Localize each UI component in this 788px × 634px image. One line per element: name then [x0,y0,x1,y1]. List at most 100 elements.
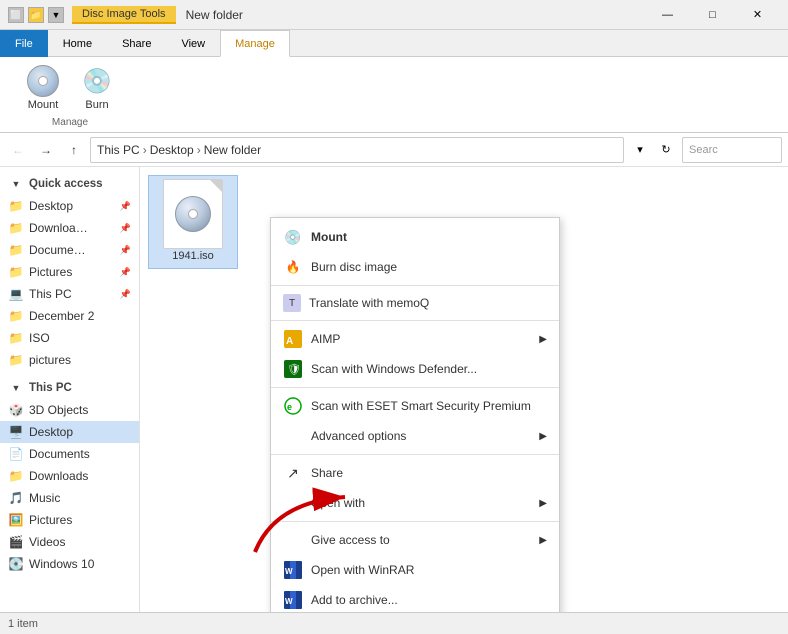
quick-access-expand-icon: ▼ [8,176,24,192]
sidebar-this-pc-header: ▼ This PC [0,377,139,399]
sidebar-item-this-pc-quick[interactable]: 💻 This PC 📌 [0,283,139,305]
sidebar-thispc-quick-label: This PC [29,287,115,301]
quick-access-label: Quick access [29,178,131,190]
desktop-folder-icon: 📁 [8,198,24,214]
forward-button[interactable]: → [34,138,58,162]
pictures2-folder-icon: 📁 [8,352,24,368]
mount-icon [27,65,59,97]
sidebar-item-pictures2[interactable]: 📁 pictures [0,349,139,371]
search-bar[interactable]: Searc [682,137,782,163]
videos-icon: 🎬 [8,534,24,550]
dropdown-tb[interactable]: ▼ [48,7,64,23]
burn-label: Burn [85,99,108,111]
window-controls: — □ ✕ [645,0,780,30]
close-button[interactable]: ✕ [735,0,780,30]
advanced-arrow-icon: ▶ [539,431,547,442]
address-bar[interactable]: This PC › Desktop › New folder [90,137,624,163]
cm-advanced-icon [283,426,303,446]
cm-giveaccess[interactable]: Give access to ▶ [271,525,559,555]
sidebar-downloads-pc-label: Downloads [29,469,131,483]
search-placeholder: Searc [689,144,718,156]
sidebar-item-desktop[interactable]: 📁 Desktop 📌 [0,195,139,217]
thispc-pin-icon: 📌 [120,289,131,300]
sidebar-item-iso[interactable]: 📁 ISO [0,327,139,349]
this-pc-label: This PC [29,382,131,394]
desktop-pin-icon: 📌 [120,201,131,212]
cm-openwith[interactable]: Open with ▶ [271,488,559,518]
svg-text:🛡: 🛡 [287,363,301,376]
navigation-bar: ← → ↑ This PC › Desktop › New folder ▾ ↻… [0,133,788,167]
title-bar: ⬜ 📁 ▼ Disc Image Tools New folder — □ ✕ [0,0,788,30]
cm-scan-eset[interactable]: e Scan with ESET Smart Security Premium [271,391,559,421]
iso-folder-icon: 📁 [8,330,24,346]
cm-winrar-open-icon: W [283,560,303,580]
cm-advanced[interactable]: Advanced options ▶ [271,421,559,451]
maximize-button[interactable]: □ [690,0,735,30]
svg-text:W: W [285,597,293,606]
sidebar-item-videos[interactable]: 🎬 Videos [0,531,139,553]
cm-translate-icon: T [283,294,301,312]
window-title: New folder [186,8,243,22]
sidebar-pictures-pc-label: Pictures [29,513,131,527]
iso-file-icon [161,182,225,246]
svg-text:W: W [285,567,293,576]
file-1941-iso[interactable]: 1941.iso [148,175,238,269]
sidebar-item-desktop-pc[interactable]: 🖥️ Desktop [0,421,139,443]
sidebar-item-music[interactable]: 🎵 Music [0,487,139,509]
sidebar-item-downloads-pc[interactable]: 📁 Downloads [0,465,139,487]
cm-disc-icon: 💿 [283,227,303,247]
documents-pc-icon: 📄 [8,446,24,462]
sidebar-item-3d-objects[interactable]: 🎲 3D Objects [0,399,139,421]
cm-translate[interactable]: T Translate with memoQ [271,289,559,317]
tab-manage[interactable]: Manage [220,30,290,57]
cm-scan-defender[interactable]: 🛡 Scan with Windows Defender... [271,354,559,384]
svg-text:A: A [286,336,293,347]
cm-sep-3 [271,387,559,388]
status-bar: 1 item [0,612,788,634]
cm-giveaccess-icon [283,530,303,550]
disc-image-tools-tab[interactable]: Disc Image Tools [72,6,176,24]
ribbon: File Home Share View Manage [0,30,788,57]
downloads-pin-icon: 📌 [120,223,131,234]
sidebar-iso-label: ISO [29,331,131,345]
tab-home[interactable]: Home [48,30,107,57]
quick-access-icon: ⬜ [8,7,24,23]
desktop-pc-icon: 🖥️ [8,424,24,440]
ribbon-content: Mount 💿 Burn Manage [0,57,788,133]
address-refresh-button[interactable]: ↻ [654,138,678,162]
sidebar-item-downloads[interactable]: 📁 Downloa… 📌 [0,217,139,239]
sidebar-item-windows10[interactable]: 💽 Windows 10 [0,553,139,575]
sidebar-item-documents[interactable]: 📁 Docume… 📌 [0,239,139,261]
ribbon-group-label: Manage [52,117,88,128]
cm-share[interactable]: ↗ Share [271,458,559,488]
up-button[interactable]: ↑ [62,138,86,162]
sidebar-3dobjects-label: 3D Objects [29,403,131,417]
burn-button[interactable]: 💿 Burn [72,61,122,115]
cm-openwinrar[interactable]: W Open with WinRAR [271,555,559,585]
cm-burn[interactable]: 🔥 Burn disc image [271,252,559,282]
address-dropdown-button[interactable]: ▾ [628,138,652,162]
tab-file[interactable]: File [0,30,48,57]
cm-mount[interactable]: 💿 Mount [271,222,559,252]
tab-view[interactable]: View [166,30,220,57]
mount-button[interactable]: Mount [18,61,68,115]
sidebar-item-december[interactable]: 📁 December 2 [0,305,139,327]
documents-pin-icon: 📌 [120,245,131,256]
sidebar-desktop-pc-label: Desktop [29,425,131,439]
minimize-button[interactable]: — [645,0,690,30]
documents-folder-icon: 📁 [8,242,24,258]
cm-aimp[interactable]: A AIMP ▶ [271,324,559,354]
pictures-pin-icon: 📌 [120,267,131,278]
address-actions: ▾ ↻ [628,138,678,162]
sidebar-item-pictures[interactable]: 📁 Pictures 📌 [0,261,139,283]
sidebar-item-pictures-pc[interactable]: 🖼️ Pictures [0,509,139,531]
aimp-arrow-icon: ▶ [539,334,547,345]
cm-addarchive[interactable]: W Add to archive... [271,585,559,612]
tab-share[interactable]: Share [107,30,166,57]
cm-sep-2 [271,320,559,321]
back-button[interactable]: ← [6,138,30,162]
giveaccess-arrow-icon: ▶ [539,535,547,546]
sidebar-pictures-label: Pictures [29,265,115,279]
cm-share-icon: ↗ [283,463,303,483]
sidebar-item-documents-pc[interactable]: 📄 Documents [0,443,139,465]
